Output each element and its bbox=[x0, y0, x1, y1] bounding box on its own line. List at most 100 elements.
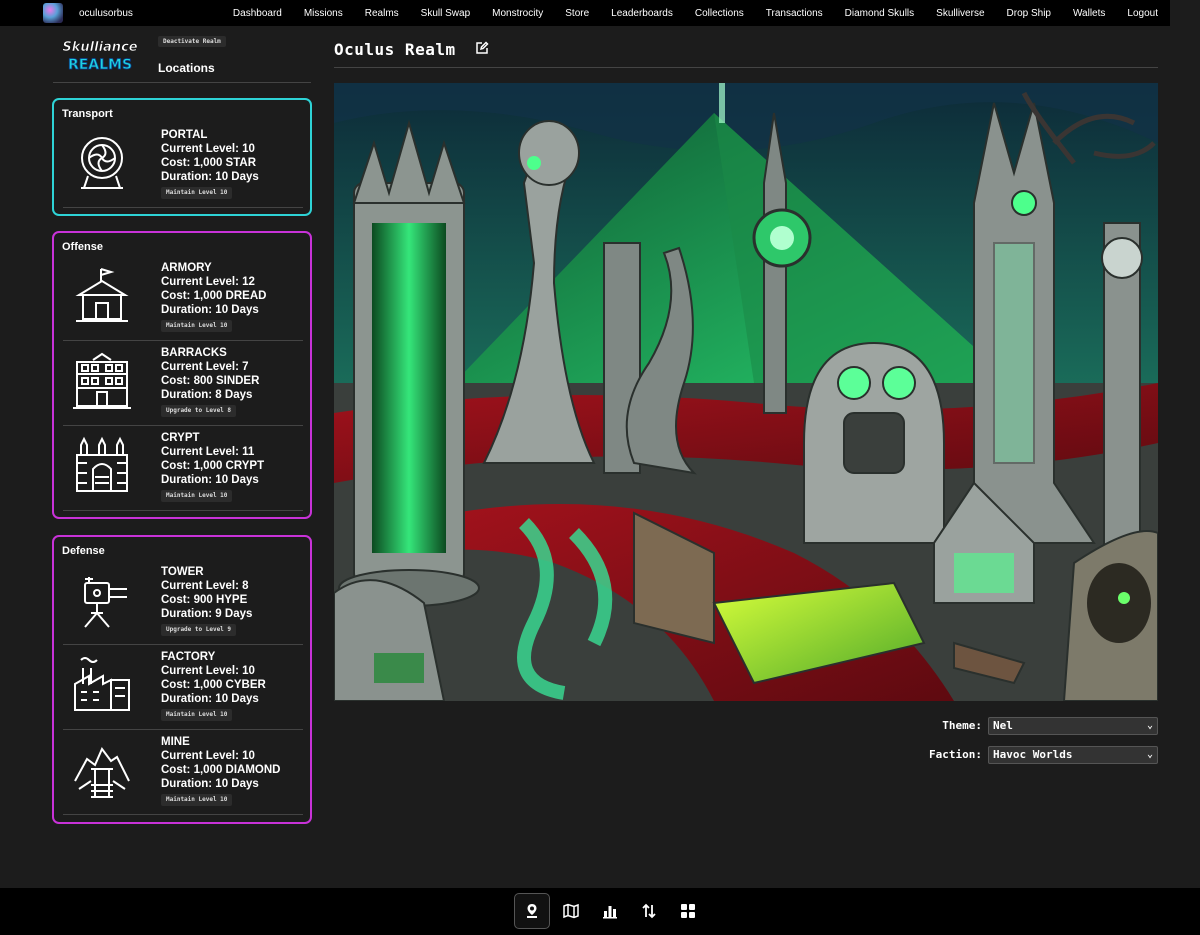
location-level: Current Level: 10 bbox=[161, 750, 255, 762]
group-offense: Offense ARMORY Current Level: 12 Cost: 1… bbox=[52, 231, 312, 519]
location-cost: Cost: 1,000 DIAMOND bbox=[161, 764, 281, 776]
bar-chart-icon bbox=[603, 906, 617, 919]
username[interactable]: oculusorbus bbox=[79, 8, 133, 19]
faction-value: Havoc Worlds bbox=[993, 748, 1073, 761]
location-pin-button[interactable] bbox=[514, 893, 550, 929]
top-nav: oculusorbus Dashboard Missions Realms Sk… bbox=[0, 0, 1170, 26]
logo-text-line1: Skulliance bbox=[62, 40, 137, 55]
nav-dashboard[interactable]: Dashboard bbox=[233, 8, 282, 19]
nav-missions[interactable]: Missions bbox=[304, 8, 343, 19]
nav-links: Dashboard Missions Realms Skull Swap Mon… bbox=[233, 0, 1158, 26]
theme-label: Theme: bbox=[942, 719, 982, 732]
nav-logout[interactable]: Logout bbox=[1127, 8, 1158, 19]
location-duration: Duration: 10 Days bbox=[161, 474, 259, 486]
location-cost: Cost: 1,000 CRYPT bbox=[161, 460, 265, 472]
nav-leaderboards[interactable]: Leaderboards bbox=[611, 8, 673, 19]
location-tower[interactable]: TOWER Current Level: 8 Cost: 900 HYPE Du… bbox=[63, 559, 303, 645]
location-duration: Duration: 10 Days bbox=[161, 171, 259, 183]
location-armory[interactable]: ARMORY Current Level: 12 Cost: 1,000 DRE… bbox=[63, 255, 303, 341]
portal-icon bbox=[81, 137, 123, 189]
location-portal[interactable]: PORTAL Current Level: 10 Cost: 1,000 STA… bbox=[63, 122, 303, 208]
tower-icon bbox=[84, 577, 127, 628]
location-duration: Duration: 8 Days bbox=[161, 389, 253, 401]
faction-select[interactable]: Havoc Worlds ⌄ bbox=[988, 746, 1158, 764]
location-duration: Duration: 10 Days bbox=[161, 778, 259, 790]
locations-title: Locations bbox=[158, 61, 215, 75]
location-level: Current Level: 10 bbox=[161, 665, 255, 677]
location-name: CRYPT bbox=[161, 432, 200, 444]
location-cost: Cost: 1,000 STAR bbox=[161, 157, 257, 169]
location-name: TOWER bbox=[161, 566, 204, 578]
nav-skull-swap[interactable]: Skull Swap bbox=[421, 8, 470, 19]
nav-realms[interactable]: Realms bbox=[365, 8, 399, 19]
maintain-button[interactable]: Maintain Level 10 bbox=[161, 490, 233, 502]
location-name: ARMORY bbox=[161, 262, 212, 274]
nav-collections[interactable]: Collections bbox=[695, 8, 744, 19]
location-name: MINE bbox=[161, 736, 190, 748]
maintain-button[interactable]: Maintain Level 10 bbox=[161, 187, 233, 199]
armory-icon bbox=[75, 268, 129, 322]
upgrade-button[interactable]: Upgrade to Level 9 bbox=[161, 624, 237, 636]
nav-monstrocity[interactable]: Monstrocity bbox=[492, 8, 543, 19]
group-title: Defense bbox=[62, 545, 105, 557]
nav-transactions[interactable]: Transactions bbox=[766, 8, 823, 19]
chevron-down-icon: ⌄ bbox=[1146, 720, 1153, 731]
faction-label: Faction: bbox=[929, 748, 982, 761]
chevron-down-icon: ⌄ bbox=[1146, 749, 1153, 760]
location-name: FACTORY bbox=[161, 651, 216, 663]
swap-button[interactable] bbox=[631, 893, 667, 929]
group-transport: Transport PORTAL Current Level: 10 Cost:… bbox=[52, 98, 312, 216]
skulliance-realms-logo: Skulliance REALMS bbox=[62, 40, 138, 74]
deactivate-realm-button[interactable]: Deactivate Realm bbox=[158, 36, 226, 47]
factory-icon bbox=[74, 657, 130, 711]
location-name: BARRACKS bbox=[161, 347, 227, 359]
group-title: Transport bbox=[62, 108, 113, 120]
location-cost: Cost: 1,000 CYBER bbox=[161, 679, 266, 691]
location-cost: Cost: 1,000 DREAD bbox=[161, 290, 267, 302]
user-menu[interactable]: oculusorbus bbox=[43, 3, 133, 23]
location-level: Current Level: 11 bbox=[161, 446, 255, 458]
location-level: Current Level: 7 bbox=[161, 361, 249, 373]
location-crypt[interactable]: CRYPT Current Level: 11 Cost: 1,000 CRYP… bbox=[63, 425, 303, 511]
location-cost: Cost: 800 SINDER bbox=[161, 375, 260, 387]
logo-text-line2: REALMS bbox=[68, 57, 132, 73]
location-duration: Duration: 10 Days bbox=[161, 693, 259, 705]
realm-title: Oculus Realm bbox=[334, 40, 456, 59]
location-duration: Duration: 10 Days bbox=[161, 304, 259, 316]
nav-store[interactable]: Store bbox=[565, 8, 589, 19]
divider bbox=[53, 82, 311, 83]
maintain-button[interactable]: Maintain Level 10 bbox=[161, 709, 233, 721]
grid-icon bbox=[681, 904, 695, 918]
nav-wallets[interactable]: Wallets bbox=[1073, 8, 1105, 19]
nav-skulliverse[interactable]: Skulliverse bbox=[936, 8, 984, 19]
bottom-toolbar bbox=[0, 888, 1200, 935]
upgrade-button[interactable]: Upgrade to Level 8 bbox=[161, 405, 237, 417]
location-mine[interactable]: MINE Current Level: 10 Cost: 1,000 DIAMO… bbox=[63, 729, 303, 815]
barracks-icon bbox=[73, 352, 131, 409]
avatar[interactable] bbox=[43, 3, 63, 23]
location-cost: Cost: 900 HYPE bbox=[161, 594, 248, 606]
grid-button[interactable] bbox=[670, 893, 706, 929]
location-name: PORTAL bbox=[161, 129, 208, 141]
location-factory[interactable]: FACTORY Current Level: 10 Cost: 1,000 CY… bbox=[63, 644, 303, 730]
swap-arrows-icon bbox=[642, 903, 656, 919]
map-icon bbox=[563, 903, 579, 919]
maintain-button[interactable]: Maintain Level 10 bbox=[161, 320, 233, 332]
group-defense: Defense TOWER Current Level: 8 Cost: 900… bbox=[52, 535, 312, 824]
location-level: Current Level: 12 bbox=[161, 276, 255, 288]
divider bbox=[334, 67, 1158, 68]
location-duration: Duration: 9 Days bbox=[161, 608, 253, 620]
crypt-icon bbox=[76, 436, 128, 492]
nav-drop-ship[interactable]: Drop Ship bbox=[1007, 8, 1051, 19]
location-barracks[interactable]: BARRACKS Current Level: 7 Cost: 800 SIND… bbox=[63, 340, 303, 426]
nav-diamond-skulls[interactable]: Diamond Skulls bbox=[845, 8, 914, 19]
realm-image bbox=[334, 83, 1158, 701]
mine-icon bbox=[74, 747, 130, 798]
theme-select[interactable]: Nel ⌄ bbox=[988, 717, 1158, 735]
theme-value: Nel bbox=[993, 719, 1013, 732]
maintain-button[interactable]: Maintain Level 10 bbox=[161, 794, 233, 806]
map-button[interactable] bbox=[553, 893, 589, 929]
bar-chart-button[interactable] bbox=[592, 893, 628, 929]
location-level: Current Level: 10 bbox=[161, 143, 255, 155]
edit-icon[interactable] bbox=[475, 41, 489, 55]
